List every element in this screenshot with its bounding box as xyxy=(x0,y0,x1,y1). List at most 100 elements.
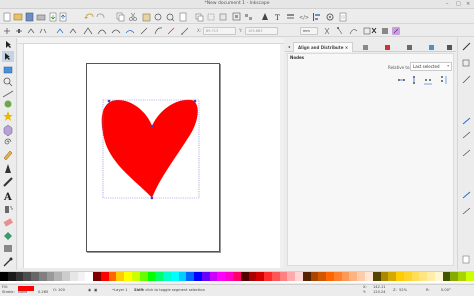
zoom-value[interactable]: 52% xyxy=(399,288,407,292)
palette-swatch[interactable] xyxy=(287,272,296,281)
palette-swatch[interactable] xyxy=(139,272,148,281)
palette-swatch[interactable] xyxy=(23,272,32,281)
palette-swatch[interactable] xyxy=(419,272,428,281)
stroke-value[interactable]: None xyxy=(18,290,27,294)
palette-swatch[interactable] xyxy=(46,272,55,281)
palette-swatch[interactable] xyxy=(194,272,202,281)
x-coord: 142.11 xyxy=(373,285,386,289)
stroke-width[interactable]: 0.265 xyxy=(38,290,48,294)
palette-swatch[interactable] xyxy=(372,272,381,281)
status-hint: : click to toggle segment selection xyxy=(143,288,205,292)
snap-page-icon[interactable] xyxy=(462,255,470,264)
palette-swatch[interactable] xyxy=(217,272,226,281)
lock-icon[interactable]: ▣ xyxy=(94,288,97,292)
tab-more-icon[interactable] xyxy=(447,45,452,50)
color-palette[interactable] xyxy=(0,271,474,283)
palette-swatch[interactable] xyxy=(465,272,474,281)
palette-swatch[interactable] xyxy=(279,272,288,281)
tab-xml-icon[interactable] xyxy=(429,45,434,50)
nodes-section-title: Nodes xyxy=(290,55,305,60)
rotation-value[interactable]: 0.00° xyxy=(441,288,451,292)
palette-swatch[interactable] xyxy=(380,272,389,281)
palette-swatch[interactable] xyxy=(256,272,265,281)
tab-close-icon[interactable]: × xyxy=(345,45,348,50)
align-nodes-vertical-icon[interactable] xyxy=(413,76,415,84)
palette-swatch[interactable] xyxy=(77,272,86,281)
snap-intersection-icon[interactable] xyxy=(462,149,471,157)
palette-swatch[interactable] xyxy=(434,272,443,281)
heart-shape[interactable] xyxy=(101,99,198,198)
palette-swatch[interactable] xyxy=(388,272,397,281)
palette-swatch[interactable] xyxy=(225,272,233,281)
palette-swatch[interactable] xyxy=(240,272,249,281)
tab-layers-icon[interactable] xyxy=(363,45,368,50)
palette-swatch[interactable] xyxy=(318,272,327,281)
palette-swatch[interactable] xyxy=(427,272,435,281)
palette-swatch[interactable] xyxy=(396,272,404,281)
tab-menu-icon[interactable]: ◂ xyxy=(288,42,290,52)
relative-to-select[interactable]: Last selected ▾ xyxy=(410,62,452,71)
snap-center-icon[interactable] xyxy=(462,207,471,215)
palette-swatch[interactable] xyxy=(403,272,412,281)
opacity-value[interactable]: 100 xyxy=(58,288,65,292)
palette-swatch[interactable] xyxy=(132,272,140,281)
palette-swatch[interactable] xyxy=(264,272,272,281)
palette-swatch[interactable] xyxy=(326,272,334,281)
palette-swatch[interactable] xyxy=(178,272,187,281)
palette-swatch[interactable] xyxy=(302,272,311,281)
palette-swatch[interactable] xyxy=(0,272,8,281)
palette-swatch[interactable] xyxy=(186,272,195,281)
snap-path-icon[interactable] xyxy=(462,131,471,139)
palette-swatch[interactable] xyxy=(69,272,78,281)
tab-fill-stroke-icon[interactable] xyxy=(385,45,390,50)
palette-swatch[interactable] xyxy=(411,272,420,281)
palette-swatch[interactable] xyxy=(341,272,350,281)
palette-swatch[interactable] xyxy=(458,272,466,281)
palette-swatch[interactable] xyxy=(170,272,179,281)
palette-swatch[interactable] xyxy=(155,272,164,281)
snap-bbox-icon[interactable] xyxy=(462,59,470,67)
distribute-nodes-horizontal-icon[interactable] xyxy=(424,79,432,85)
palette-swatch[interactable] xyxy=(209,272,218,281)
palette-swatch[interactable] xyxy=(357,272,365,281)
palette-swatch[interactable] xyxy=(93,272,101,281)
palette-swatch[interactable] xyxy=(201,272,210,281)
palette-swatch[interactable] xyxy=(15,272,24,281)
palette-swatch[interactable] xyxy=(38,272,47,281)
eye-icon[interactable]: ◉ xyxy=(88,288,91,292)
dock-tabs: ◂ Align and Distribute × xyxy=(285,42,456,52)
layer-select[interactable]: •Layer 1 xyxy=(112,288,128,292)
palette-swatch[interactable] xyxy=(54,272,63,281)
palette-swatch[interactable] xyxy=(108,272,117,281)
palette-swatch[interactable] xyxy=(7,272,16,281)
palette-swatch[interactable] xyxy=(450,272,459,281)
align-nodes-horizontal-icon[interactable] xyxy=(398,79,405,81)
distribute-nodes-vertical-icon[interactable] xyxy=(441,76,447,84)
palette-swatch[interactable] xyxy=(100,272,109,281)
status-bar: Fill: Stroke: None 0.265 O: 100 ◉ ▣ •Lay… xyxy=(0,284,474,296)
snap-nodes-icon[interactable] xyxy=(462,117,471,125)
palette-swatch[interactable] xyxy=(349,272,358,281)
palette-swatch[interactable] xyxy=(116,272,125,281)
tab-objects-icon[interactable] xyxy=(407,45,412,50)
snap-midpoint-icon[interactable] xyxy=(462,191,471,199)
palette-swatch[interactable] xyxy=(295,272,303,281)
palette-swatch[interactable] xyxy=(248,272,257,281)
palette-swatch[interactable] xyxy=(31,272,39,281)
opacity-label: O: xyxy=(53,288,57,292)
palette-swatch[interactable] xyxy=(147,272,156,281)
palette-swatch[interactable] xyxy=(62,272,70,281)
snap-bbox-edge-icon[interactable] xyxy=(462,75,471,84)
relative-to-label: Relative to: xyxy=(388,65,411,70)
palette-swatch[interactable] xyxy=(163,272,171,281)
palette-swatch[interactable] xyxy=(85,272,94,281)
palette-swatch[interactable] xyxy=(442,272,451,281)
palette-swatch[interactable] xyxy=(364,272,373,281)
snap-toggle-icon[interactable] xyxy=(462,42,471,51)
palette-swatch[interactable] xyxy=(310,272,319,281)
tab-align-distribute[interactable]: Align and Distribute × xyxy=(293,42,354,52)
palette-swatch[interactable] xyxy=(333,272,342,281)
palette-swatch[interactable] xyxy=(124,272,133,281)
palette-swatch[interactable] xyxy=(271,272,280,281)
palette-swatch[interactable] xyxy=(232,272,241,281)
